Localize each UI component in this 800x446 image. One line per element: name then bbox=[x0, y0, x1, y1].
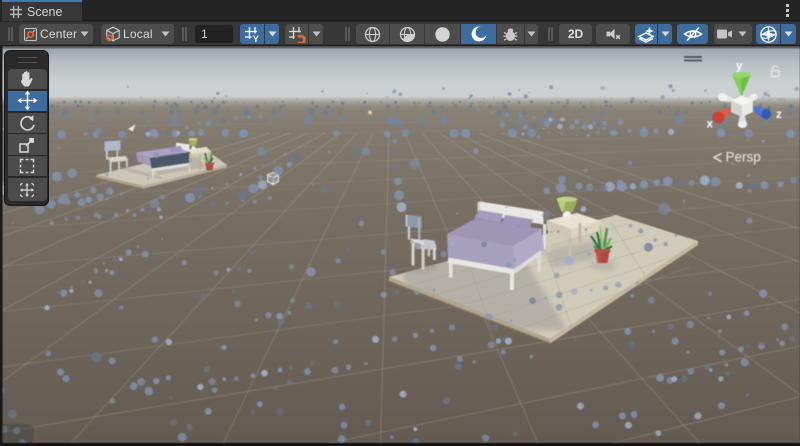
svg-text:z: z bbox=[776, 109, 782, 121]
svg-text:y: y bbox=[736, 61, 743, 73]
svg-text:x: x bbox=[707, 119, 714, 131]
svg-text:Persp: Persp bbox=[726, 150, 761, 165]
svg-text:Y: Y bbox=[252, 34, 259, 43]
